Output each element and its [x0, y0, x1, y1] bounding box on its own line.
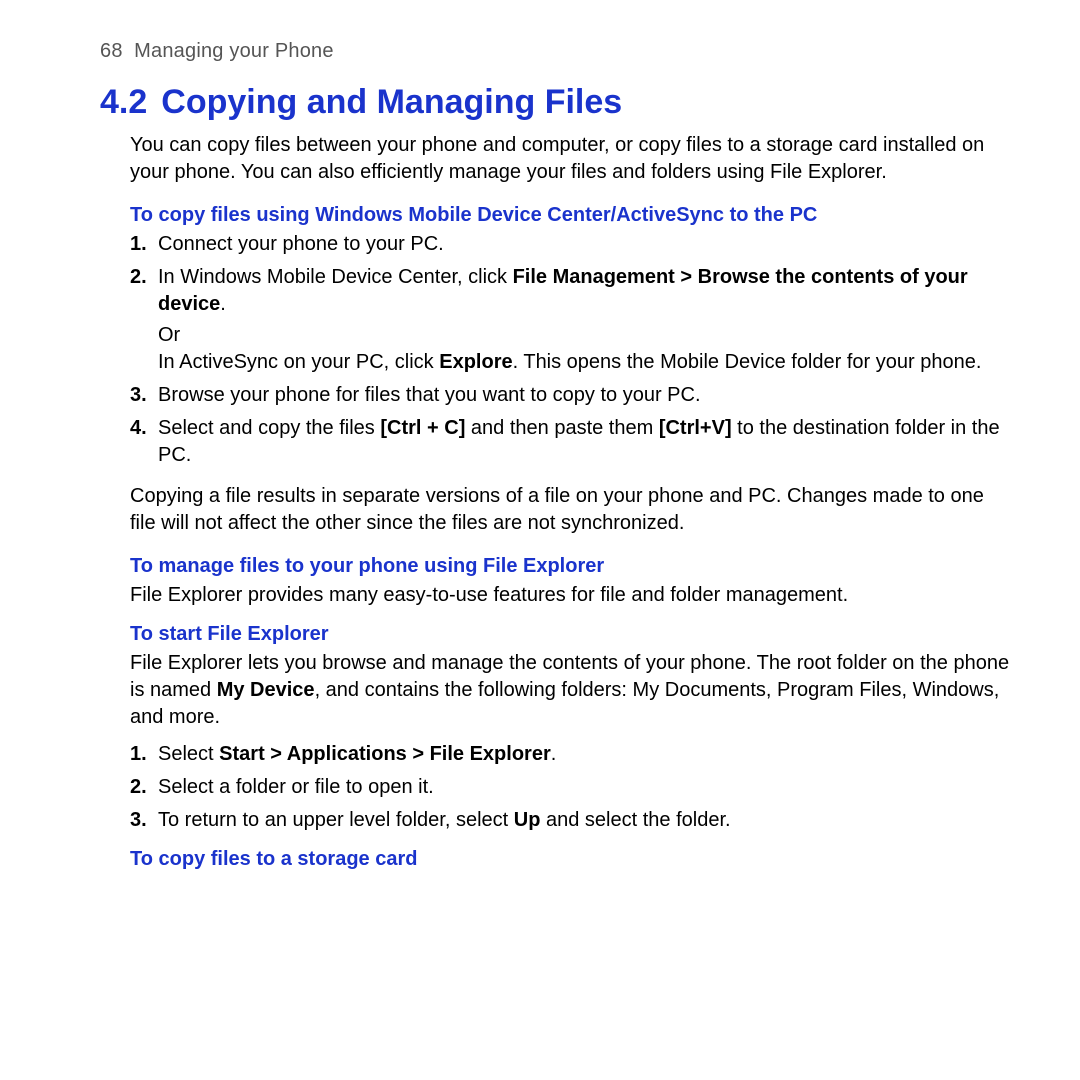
step-text: To return to an upper level folder, sele… [158, 809, 731, 831]
step-number: 2. [130, 774, 147, 801]
steps-copy-pc: 1. Connect your phone to your PC. 2. In … [130, 231, 1010, 469]
step-number: 1. [130, 231, 147, 258]
list-item: 3. To return to an upper level folder, s… [130, 807, 1010, 834]
section-number: 4.2 [100, 83, 147, 121]
step-text: Select Start > Applications > File Explo… [158, 743, 556, 765]
list-item: 2. Select a folder or file to open it. [130, 774, 1010, 801]
list-item: 1. Connect your phone to your PC. [130, 231, 1010, 258]
step-text: Select a folder or file to open it. [158, 776, 434, 798]
subheading-copy-storage: To copy files to a storage card [130, 848, 1010, 871]
step-text: Select and copy the files [Ctrl + C] and… [158, 417, 1000, 466]
subheading-copy-pc: To copy files using Windows Mobile Devic… [130, 204, 1010, 227]
step-subblock: Or In ActiveSync on your PC, click Explo… [158, 322, 1010, 376]
step-number: 3. [130, 382, 147, 409]
manage-files-paragraph: File Explorer provides many easy-to-use … [130, 582, 1010, 609]
step-text: Connect your phone to your PC. [158, 233, 444, 255]
section-heading: 4.2 Copying and Managing Files [100, 83, 1010, 122]
section-title-text: Copying and Managing Files [161, 83, 622, 121]
list-item: 1. Select Start > Applications > File Ex… [130, 741, 1010, 768]
list-item: 4. Select and copy the files [Ctrl + C] … [130, 415, 1010, 469]
start-explorer-paragraph: File Explorer lets you browse and manage… [130, 650, 1010, 731]
step-text: In Windows Mobile Device Center, click F… [158, 266, 968, 315]
page-header: 68 Managing your Phone [100, 40, 1010, 63]
subheading-start-explorer: To start File Explorer [130, 623, 1010, 646]
subheading-manage-files: To manage files to your phone using File… [130, 555, 1010, 578]
step-number: 1. [130, 741, 147, 768]
note-paragraph: Copying a file results in separate versi… [130, 483, 1010, 537]
step-number: 2. [130, 264, 147, 291]
step-number: 3. [130, 807, 147, 834]
step-text: Browse your phone for files that you wan… [158, 384, 701, 406]
page-number: 68 [100, 40, 123, 62]
or-text: Or [158, 322, 1010, 349]
intro-paragraph: You can copy files between your phone an… [130, 132, 1010, 186]
document-page: 68 Managing your Phone 4.2 Copying and Ma… [0, 0, 1080, 915]
list-item: 3. Browse your phone for files that you … [130, 382, 1010, 409]
steps-start-explorer: 1. Select Start > Applications > File Ex… [130, 741, 1010, 834]
step-alt-text: In ActiveSync on your PC, click Explore.… [158, 349, 1010, 376]
list-item: 2. In Windows Mobile Device Center, clic… [130, 264, 1010, 376]
step-number: 4. [130, 415, 147, 442]
chapter-title: Managing your Phone [134, 40, 334, 62]
